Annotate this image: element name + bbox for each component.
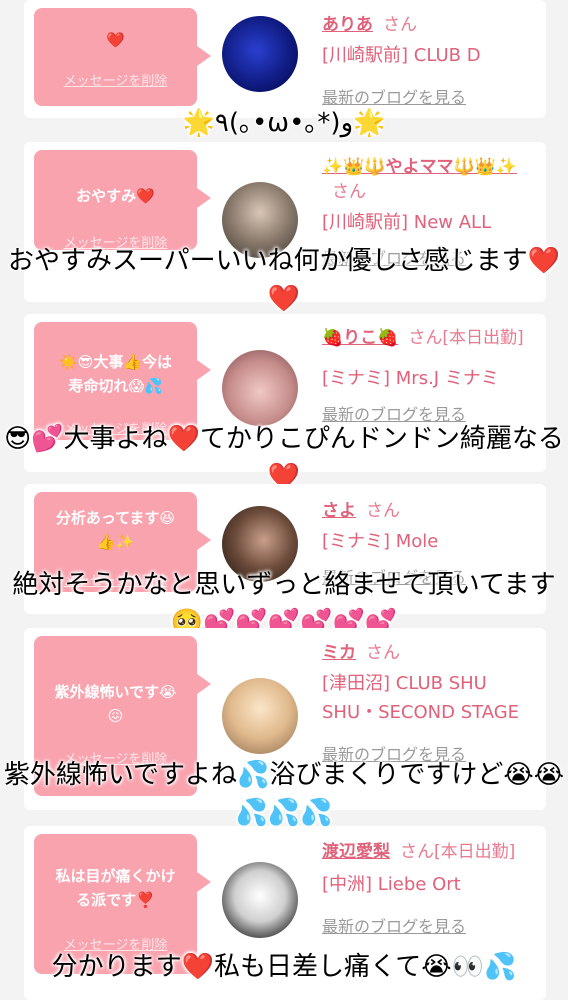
avatar[interactable] bbox=[222, 678, 298, 754]
avatar[interactable] bbox=[222, 862, 298, 938]
message-text: 分析あってます😆 👍✨ bbox=[55, 509, 176, 551]
latest-blog-link[interactable]: 最新のブログを見る bbox=[322, 913, 536, 937]
cast-name[interactable]: さよ bbox=[322, 501, 356, 521]
honorific: さん bbox=[332, 182, 366, 202]
honorific: さん[本日出勤] bbox=[400, 842, 516, 862]
message-text: 私は目が痛くかけ る派です❣️ bbox=[55, 867, 176, 909]
cast-name[interactable]: ミカ bbox=[322, 643, 356, 663]
cast-name[interactable]: ✨👑🔱やよママ🔱👑✨ bbox=[322, 157, 517, 177]
message-bubble: ❤️ メッセージを削除 bbox=[34, 8, 211, 106]
shop-name[interactable]: [川崎駅前] CLUB D bbox=[322, 41, 536, 70]
cast-info: 渡辺愛梨 さん[本日出勤] [中洲] Liebe Ort 最新のブログを見る bbox=[322, 838, 536, 937]
cast-info: 🍓りこ🍓 さん[本日出勤] [ミナミ] Mrs.J ミナミ 最新のブログを見る bbox=[322, 324, 536, 425]
avatar[interactable] bbox=[222, 350, 298, 426]
comment-overlay: 紫外線怖いですよね💦浴びまくりですけど😭😭💦💦💦 bbox=[3, 760, 565, 828]
message-text: ❤️ bbox=[106, 31, 125, 49]
delete-message-link[interactable]: メッセージを削除 bbox=[34, 70, 197, 89]
cast-info: ミカ さん [津田沼] CLUB SHU SHU・SECOND STAGE 最新の… bbox=[322, 638, 536, 765]
shop-name[interactable]: [津田沼] CLUB SHU SHU・SECOND STAGE bbox=[322, 669, 536, 727]
cast-name[interactable]: ありあ bbox=[322, 15, 373, 35]
honorific: さん bbox=[366, 501, 400, 521]
cast-name[interactable]: 🍓りこ🍓 bbox=[322, 328, 398, 348]
message-bubble: おやすみ❤️ メッセージを削除 bbox=[34, 150, 211, 251]
message-text: ☀️😎大事👍今は 寿命切れ😱💦 bbox=[59, 353, 172, 395]
comment-overlay: おやすみスーパーいいね何か優しさ感じます❤️❤️ bbox=[7, 246, 561, 314]
message-card: ❤️ メッセージを削除 ありあ さん [川崎駅前] CLUB D 最新のブログを見… bbox=[24, 0, 546, 118]
shop-name[interactable]: [ミナミ] Mrs.J ミナミ bbox=[322, 364, 536, 393]
shop-name[interactable]: [川崎駅前] New ALL bbox=[322, 208, 536, 237]
cast-info: ありあ さん [川崎駅前] CLUB D 最新のブログを見る bbox=[322, 10, 536, 108]
avatar[interactable] bbox=[222, 16, 298, 92]
message-text: 紫外線怖いです😭 😖 bbox=[54, 683, 177, 725]
cast-name[interactable]: 渡辺愛梨 bbox=[322, 842, 390, 862]
honorific: さん[本日出勤] bbox=[408, 328, 524, 348]
message-text: おやすみ❤️ bbox=[76, 187, 155, 205]
shop-name[interactable]: [ミナミ] Mole bbox=[322, 527, 536, 556]
shop-name[interactable]: [中洲] Liebe Ort bbox=[322, 870, 536, 899]
honorific: さん bbox=[366, 643, 400, 663]
honorific: さん bbox=[383, 15, 417, 35]
comment-overlay: 🌟٩(｡•ω•｡*)و🌟 bbox=[182, 108, 386, 138]
comment-overlay: 分かります❤️私も日差し痛くて😭👀💦 bbox=[51, 952, 517, 982]
